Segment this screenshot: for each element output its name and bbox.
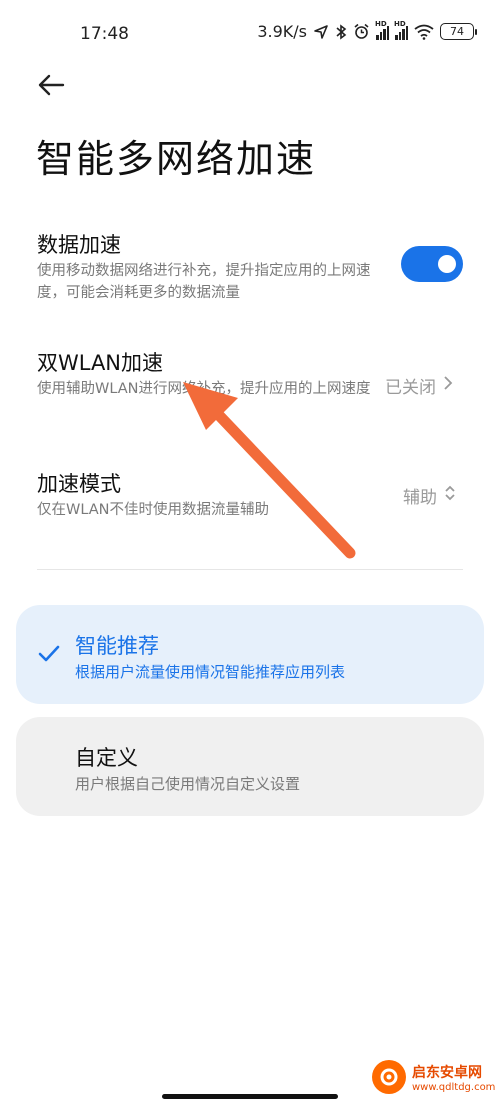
signal-hd-icon: HD — [375, 20, 389, 40]
option-desc: 根据用户流量使用情况智能推荐应用列表 — [75, 663, 346, 681]
battery-icon: 74 — [440, 23, 477, 40]
watermark-text: 启东安卓网 www.qdltdg.com — [412, 1062, 495, 1093]
divider — [37, 569, 463, 570]
accel-mode-value: 辅助 — [403, 488, 437, 508]
option-smart-recommend[interactable]: 智能推荐 根据用户流量使用情况智能推荐应用列表 — [16, 605, 484, 704]
setting-desc: 使用移动数据网络进行补充，提升指定应用的上网速度，可能会消耗更多的数据流量 — [37, 263, 371, 301]
setting-desc: 仅在WLAN不佳时使用数据流量辅助 — [37, 502, 270, 518]
back-arrow-icon[interactable] — [34, 68, 70, 104]
option-custom[interactable]: 自定义 用户根据自己使用情况自定义设置 — [16, 717, 484, 816]
bluetooth-icon — [335, 23, 347, 40]
setting-title: 数据加速 — [37, 233, 121, 257]
page-title: 智能多网络加速 — [36, 137, 317, 181]
setting-value: 辅助 — [403, 483, 457, 508]
toggle-knob — [438, 255, 456, 273]
dual-wlan-status: 已关闭 — [385, 378, 436, 398]
data-accel-toggle[interactable] — [401, 246, 463, 282]
status-icons: 3.9K/s HD HD 74 — [257, 20, 477, 41]
home-indicator[interactable] — [162, 1094, 338, 1099]
chevron-up-down-icon — [443, 483, 457, 508]
setting-desc: 使用辅助WLAN进行网络补充，提升应用的上网速度 — [37, 381, 371, 397]
setting-title: 加速模式 — [37, 472, 121, 496]
status-time: 17:48 — [80, 24, 129, 44]
status-bar: 17:48 3.9K/s HD HD 74 — [0, 0, 500, 70]
option-title: 智能推荐 — [75, 634, 159, 658]
watermark-url: www.qdltdg.com — [412, 1081, 496, 1093]
check-icon — [38, 645, 60, 663]
setting-value: 已关闭 — [385, 373, 454, 398]
network-speed: 3.9K/s — [257, 22, 307, 41]
wifi-icon — [414, 24, 434, 40]
watermark-logo-icon — [372, 1060, 406, 1094]
chevron-right-icon — [442, 374, 454, 397]
watermark: 启东安卓网 www.qdltdg.com — [372, 1060, 495, 1094]
alarm-icon — [353, 23, 370, 40]
signal-hd-icon: HD — [394, 20, 408, 40]
setting-title: 双WLAN加速 — [37, 351, 164, 375]
option-desc: 用户根据自己使用情况自定义设置 — [75, 775, 301, 793]
location-icon — [313, 24, 329, 40]
option-title: 自定义 — [75, 746, 138, 770]
watermark-name: 启东安卓网 — [412, 1064, 482, 1081]
